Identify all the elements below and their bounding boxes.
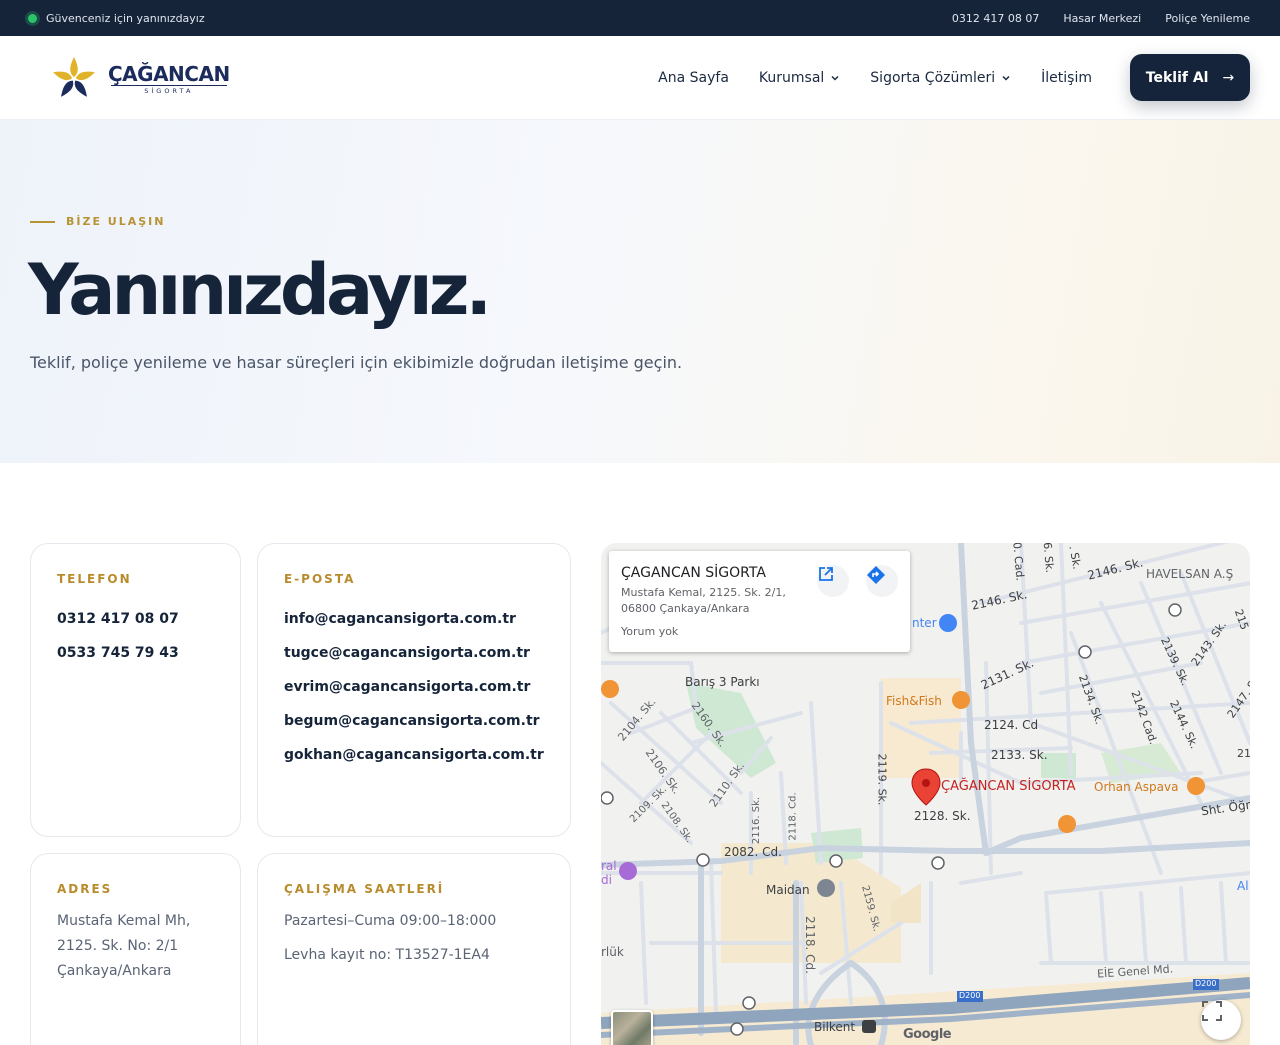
email-list: info@cagancansigorta.com.tr tugce@caganc… (284, 602, 544, 772)
top-bar-tagline: Güvenceniz için yanınızdayız (46, 11, 205, 25)
main-nav: Ana Sayfa Kurumsal Sigorta Çözümleri İle… (658, 36, 1092, 120)
hours-card: ÇALIŞMA SAATLERİ Pazartesi–Cuma 09:00–18… (257, 853, 571, 1045)
email-link[interactable]: info@cagancansigorta.com.tr (284, 602, 544, 636)
directions-button[interactable] (866, 565, 898, 597)
google-logo: Google (903, 1027, 952, 1042)
email-card: E-POSTA info@cagancansigorta.com.tr tugc… (257, 543, 571, 837)
external-link-icon (819, 567, 833, 581)
top-bar-claims-link[interactable]: Hasar Merkezi (1063, 12, 1141, 25)
map-label: ral (601, 859, 617, 873)
map-label: 6. Sk. (1040, 543, 1057, 574)
status-dot-icon (28, 13, 37, 23)
map-label: Fish&Fish (886, 694, 942, 708)
map-label: HAVELSAN A.Ş (1146, 567, 1234, 581)
email-link[interactable]: begum@cagancansigorta.com.tr (284, 704, 544, 738)
arrow-right-icon: → (1222, 69, 1235, 86)
get-quote-label: Teklif Al (1145, 69, 1209, 86)
hero-eyebrow: BİZE ULAŞIN (30, 215, 165, 228)
map-label: Barış 3 Parkı (685, 675, 760, 689)
address-line: Çankaya/Ankara (57, 963, 172, 979)
phone-card: TELEFON 0312 417 08 07 0533 745 79 43 (30, 543, 241, 837)
phone-link[interactable]: 0312 417 08 07 (57, 602, 179, 636)
brand-subtitle: SİGORTA (110, 85, 227, 95)
nav-solutions-label: Sigorta Çözümleri (870, 70, 996, 86)
nav-corporate-label: Kurumsal (758, 70, 825, 86)
map-label: Bilkent (814, 1020, 856, 1034)
hero-description: Teklif, poliçe yenileme ve hasar süreçle… (30, 353, 683, 372)
email-link[interactable]: evrim@cagancansigorta.com.tr (284, 670, 544, 704)
map-label: nter (912, 616, 937, 630)
address-card-label: ADRES (57, 882, 113, 896)
fullscreen-button[interactable] (1201, 1000, 1241, 1040)
map-label: 21 (1237, 747, 1250, 760)
site-header: ÇAĞANCAN SİGORTA Ana Sayfa Kurumsal Sigo… (0, 36, 1280, 120)
open-in-maps-button[interactable] (817, 565, 849, 597)
top-bar-links: 0312 417 08 07 Hasar Merkezi Poliçe Yeni… (952, 0, 1250, 36)
nav-contact-label: İletişim (1041, 70, 1092, 86)
phone-card-label: TELEFON (57, 572, 132, 586)
hero-section: BİZE ULAŞIN Yanınızdayız. Teklif, poliçe… (0, 120, 1280, 463)
hours-card-label: ÇALIŞMA SAATLERİ (284, 882, 445, 896)
map-label: 2128. Sk. (914, 809, 971, 823)
map-label: Maidan (766, 883, 810, 897)
page-title: Yanınızdayız. (28, 249, 492, 331)
map-label: 2119. Sk. (875, 753, 889, 806)
map-pin-label[interactable]: ÇAĞANCAN SİGORTA (941, 779, 1076, 794)
email-card-label: E-POSTA (284, 572, 356, 586)
map-label: Orhan Aspava (1094, 780, 1179, 794)
fullscreen-icon (1202, 1001, 1222, 1021)
chevron-down-icon (1002, 75, 1010, 81)
hero-eyebrow-text: BİZE ULAŞIN (66, 215, 166, 228)
brand-wordmark: ÇAĞANCAN SİGORTA (108, 63, 230, 95)
top-bar-tagline-group: Güvenceniz için yanınızdayız (28, 0, 205, 36)
nav-home-label: Ana Sayfa (658, 70, 729, 86)
map-place-card: ÇAGANCAN SİGORTA Mustafa Kemal, 2125. Sk… (609, 551, 910, 652)
brand-logo[interactable]: ÇAĞANCAN SİGORTA (46, 54, 230, 104)
hours-lines: Pazartesi–Cuma 09:00–18:000 Levha kayıt … (284, 904, 496, 972)
address-line: 2125. Sk. No: 2/1 (57, 938, 179, 954)
map-place-name: ÇAGANCAN SİGORTA (621, 565, 766, 581)
phone-list: 0312 417 08 07 0533 745 79 43 (57, 602, 179, 670)
map-label: 2124. Cd (984, 718, 1039, 732)
phone-link[interactable]: 0533 745 79 43 (57, 636, 179, 670)
nav-solutions[interactable]: Sigorta Çözümleri (870, 70, 1011, 86)
registry-line: Levha kayıt no: T13527-1EA4 (284, 947, 490, 963)
address-lines: Mustafa Kemal Mh, 2125. Sk. No: 2/1 Çank… (57, 909, 190, 984)
nav-home[interactable]: Ana Sayfa (658, 70, 729, 86)
map-label: 2118. Cd. (787, 792, 799, 841)
satellite-layer-toggle[interactable] (611, 1010, 653, 1045)
map-place-address: Mustafa Kemal, 2125. Sk. 2/1, 06800 Çank… (621, 586, 786, 615)
email-link[interactable]: gokhan@cagancansigorta.com.tr (284, 738, 544, 772)
top-bar-renewal-link[interactable]: Poliçe Yenileme (1165, 12, 1250, 25)
map-label: Al (1237, 879, 1249, 893)
map-place-reviews[interactable]: Yorum yok (621, 625, 678, 638)
map-label: di (601, 873, 612, 887)
map-label: rlük (601, 945, 624, 959)
get-quote-button[interactable]: Teklif Al → (1130, 54, 1250, 101)
top-bar-phone-link[interactable]: 0312 417 08 07 (952, 12, 1039, 25)
top-bar: Güvenceniz için yanınızdayız 0312 417 08… (0, 0, 1280, 36)
chevron-down-icon (831, 75, 839, 81)
nav-corporate[interactable]: Kurumsal (759, 70, 840, 86)
email-link[interactable]: tugce@cagancansigorta.com.tr (284, 636, 544, 670)
map-label: 2133. Sk. (991, 748, 1048, 762)
nav-contact[interactable]: İletişim (1041, 70, 1092, 86)
hours-line: Pazartesi–Cuma 09:00–18:000 (284, 913, 497, 929)
highway-shield: D200 (1195, 979, 1217, 988)
map-label: 2082. Cd. (724, 845, 782, 859)
star-logo-icon (53, 57, 95, 97)
directions-icon (867, 566, 885, 584)
embedded-map[interactable]: HAVELSAN A.Ş Barış 3 Parkı Fish&Fish Orh… (601, 543, 1250, 1045)
map-label: 2118. Cd. (802, 916, 817, 974)
map-label: 2116. Sk. (751, 796, 763, 845)
brand-name: ÇAĞANCAN (108, 62, 230, 86)
address-card: ADRES Mustafa Kemal Mh, 2125. Sk. No: 2/… (30, 853, 241, 1045)
highway-shield: D200 (959, 991, 981, 1000)
address-line: Mustafa Kemal Mh, (57, 913, 191, 929)
eyebrow-line (30, 220, 55, 223)
